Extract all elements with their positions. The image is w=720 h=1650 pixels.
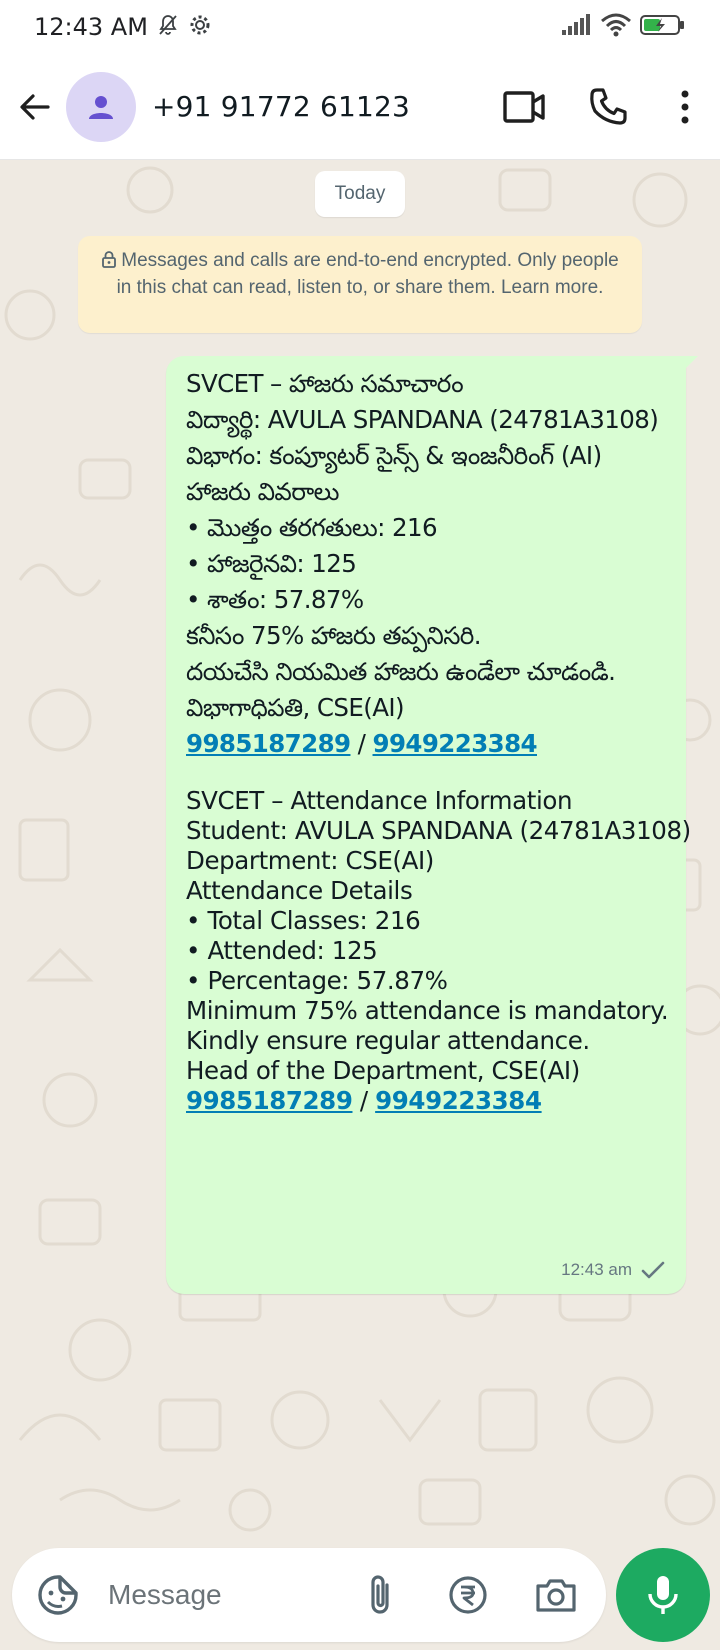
settings-gear-icon	[188, 13, 212, 42]
message-line: Attendance Details	[186, 876, 413, 905]
message-line: • Percentage: 57.87%	[186, 966, 448, 995]
sticker-button[interactable]	[30, 1567, 86, 1623]
encryption-text: Messages and calls are end-to-end encryp…	[116, 250, 619, 298]
date-chip: Today	[315, 171, 405, 217]
message-line: Student: AVULA SPANDANA (24781A3108)	[186, 816, 691, 845]
phone-link[interactable]: 9949223384	[375, 1086, 542, 1115]
sent-check-icon	[641, 1261, 665, 1279]
camera-button[interactable]	[526, 1565, 586, 1625]
message-line: కనీసం 75% హాజరు తప్పనిసరి.	[186, 621, 482, 650]
status-bar: 12:43 AM	[0, 0, 720, 54]
phone-line: 9985187289 / 9949223384	[186, 1086, 672, 1116]
bubble-tail	[678, 356, 698, 372]
encryption-notice[interactable]: Messages and calls are end-to-end encryp…	[78, 236, 642, 333]
microphone-icon	[648, 1576, 678, 1614]
phone-line: 9985187289 / 9949223384	[186, 726, 672, 762]
person-icon	[89, 95, 113, 119]
voice-call-button[interactable]	[566, 72, 650, 142]
attach-button[interactable]	[350, 1565, 410, 1625]
phone-separator: /	[352, 1086, 376, 1115]
message-line: దయచేసి నియమిత హాజరు ఉండేలా చూడండి.	[186, 657, 616, 686]
phone-link[interactable]: 9985187289	[186, 1086, 353, 1115]
message-line: • శాతం: 57.87%	[186, 585, 364, 614]
message-line: SVCET – హాజరు సమాచారం	[186, 369, 464, 398]
battery-charging-icon	[640, 13, 686, 42]
message-line: • హాజరైనవి: 125	[186, 549, 357, 578]
message-line: విభాగాధిపతి, CSE(AI)	[186, 693, 405, 722]
message-bubble[interactable]: SVCET – హాజరు సమాచారం విద్యార్థి: AVULA …	[166, 356, 698, 1294]
message-line: Head of the Department, CSE(AI)	[186, 1056, 580, 1085]
avatar[interactable]	[66, 71, 136, 142]
message-line: హాజరు వివరాలు	[186, 477, 339, 506]
message-line: Kindly ensure regular attendance.	[186, 1026, 590, 1055]
message-line: విద్యార్థి: AVULA SPANDANA (24781A3108)	[186, 405, 659, 434]
message-time: 12:43 am	[561, 1260, 632, 1279]
more-options-button[interactable]	[650, 72, 720, 142]
lock-icon	[101, 250, 117, 275]
back-button[interactable]	[0, 72, 70, 142]
message-line: SVCET – Attendance Information	[186, 786, 573, 815]
wifi-icon	[600, 13, 632, 42]
message-line: • Total Classes: 216	[186, 906, 421, 935]
arrow-left-icon	[20, 93, 50, 120]
video-call-button[interactable]	[482, 72, 566, 142]
rupee-icon	[449, 1576, 487, 1614]
phone-link[interactable]: 9985187289	[186, 729, 351, 758]
phone-separator: /	[350, 729, 373, 758]
message-line: • Attended: 125	[186, 936, 378, 965]
payment-button[interactable]	[438, 1565, 498, 1625]
message-line: • మొత్తం తరగతులు: 216	[186, 513, 438, 542]
paperclip-icon	[371, 1575, 389, 1614]
message-meta: 12:43 am	[561, 1260, 666, 1280]
bell-off-icon	[156, 13, 180, 42]
chat-area[interactable]: Today Messages and calls are end-to-end …	[0, 160, 720, 1540]
message-line: Department: CSE(AI)	[186, 846, 434, 875]
camera-icon	[536, 1579, 576, 1612]
phone-icon	[590, 87, 627, 125]
contact-name[interactable]: +91 91772 61123	[152, 90, 410, 123]
phone-link[interactable]: 9949223384	[373, 729, 538, 758]
sticker-icon	[38, 1575, 78, 1615]
message-line: విభాగం: కంప్యూటర్ సైన్స్ & ఇంజనీరింగ్ (A…	[186, 441, 602, 470]
status-time: 12:43 AM	[34, 13, 148, 41]
voice-message-button[interactable]	[616, 1548, 710, 1642]
message-text: SVCET – హాజరు సమాచారం విద్యార్థి: AVULA …	[186, 366, 691, 1116]
video-camera-icon	[503, 90, 545, 123]
more-vertical-icon	[681, 90, 689, 123]
message-line: Minimum 75% attendance is mandatory.	[186, 996, 669, 1025]
message-composer	[12, 1548, 606, 1642]
message-input[interactable]	[108, 1579, 338, 1611]
chat-header: +91 91772 61123	[0, 54, 720, 160]
signal-icon	[560, 13, 592, 41]
